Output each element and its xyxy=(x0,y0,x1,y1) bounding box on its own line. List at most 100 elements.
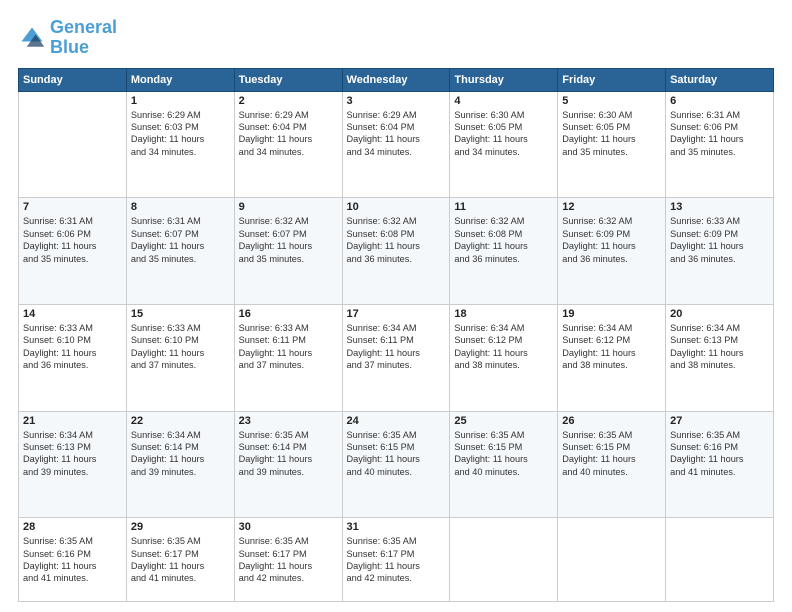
day-info: Sunrise: 6:35 AM Sunset: 6:17 PM Dayligh… xyxy=(239,535,338,585)
day-number: 17 xyxy=(347,308,446,320)
calendar-cell: 17 Sunrise: 6:34 AM Sunset: 6:11 PM Dayli… xyxy=(342,304,450,411)
calendar-cell: 12 Sunrise: 6:32 AM Sunset: 6:09 PM Dayli… xyxy=(558,198,666,305)
day-number: 13 xyxy=(670,201,769,213)
day-number: 27 xyxy=(670,415,769,427)
day-info: Sunrise: 6:29 AM Sunset: 6:04 PM Dayligh… xyxy=(239,109,338,159)
calendar-cell xyxy=(558,518,666,602)
calendar-day-header: Monday xyxy=(126,68,234,91)
day-number: 9 xyxy=(239,201,338,213)
day-number: 30 xyxy=(239,521,338,533)
day-number: 22 xyxy=(131,415,230,427)
day-info: Sunrise: 6:29 AM Sunset: 6:04 PM Dayligh… xyxy=(347,109,446,159)
calendar-day-header: Friday xyxy=(558,68,666,91)
day-number: 24 xyxy=(347,415,446,427)
day-info: Sunrise: 6:33 AM Sunset: 6:10 PM Dayligh… xyxy=(131,322,230,372)
day-info: Sunrise: 6:35 AM Sunset: 6:16 PM Dayligh… xyxy=(23,535,122,585)
day-number: 4 xyxy=(454,95,553,107)
calendar-cell: 27 Sunrise: 6:35 AM Sunset: 6:16 PM Dayli… xyxy=(666,411,774,518)
calendar-week-row: 1Sunrise: 6:29 AM Sunset: 6:03 PM Daylig… xyxy=(19,91,774,198)
day-number: 2 xyxy=(239,95,338,107)
day-info: Sunrise: 6:35 AM Sunset: 6:15 PM Dayligh… xyxy=(347,429,446,479)
day-number: 5 xyxy=(562,95,661,107)
calendar-cell: 29 Sunrise: 6:35 AM Sunset: 6:17 PM Dayli… xyxy=(126,518,234,602)
calendar-cell: 1Sunrise: 6:29 AM Sunset: 6:03 PM Daylig… xyxy=(126,91,234,198)
day-info: Sunrise: 6:32 AM Sunset: 6:08 PM Dayligh… xyxy=(347,215,446,265)
day-number: 29 xyxy=(131,521,230,533)
calendar-week-row: 7 Sunrise: 6:31 AM Sunset: 6:06 PM Daylig… xyxy=(19,198,774,305)
day-info: Sunrise: 6:34 AM Sunset: 6:13 PM Dayligh… xyxy=(23,429,122,479)
day-number: 25 xyxy=(454,415,553,427)
calendar-cell: 31Sunrise: 6:35 AM Sunset: 6:17 PM Dayli… xyxy=(342,518,450,602)
day-number: 8 xyxy=(131,201,230,213)
day-info: Sunrise: 6:35 AM Sunset: 6:16 PM Dayligh… xyxy=(670,429,769,479)
day-info: Sunrise: 6:29 AM Sunset: 6:03 PM Dayligh… xyxy=(131,109,230,159)
calendar-cell: 26 Sunrise: 6:35 AM Sunset: 6:15 PM Dayli… xyxy=(558,411,666,518)
calendar-cell: 20 Sunrise: 6:34 AM Sunset: 6:13 PM Dayli… xyxy=(666,304,774,411)
day-info: Sunrise: 6:35 AM Sunset: 6:15 PM Dayligh… xyxy=(562,429,661,479)
day-number: 3 xyxy=(347,95,446,107)
day-number: 21 xyxy=(23,415,122,427)
day-number: 7 xyxy=(23,201,122,213)
calendar-cell: 18Sunrise: 6:34 AM Sunset: 6:12 PM Dayli… xyxy=(450,304,558,411)
day-info: Sunrise: 6:33 AM Sunset: 6:11 PM Dayligh… xyxy=(239,322,338,372)
day-info: Sunrise: 6:35 AM Sunset: 6:15 PM Dayligh… xyxy=(454,429,553,479)
day-info: Sunrise: 6:32 AM Sunset: 6:09 PM Dayligh… xyxy=(562,215,661,265)
calendar-day-header: Sunday xyxy=(19,68,127,91)
day-number: 11 xyxy=(454,201,553,213)
day-info: Sunrise: 6:35 AM Sunset: 6:17 PM Dayligh… xyxy=(131,535,230,585)
day-number: 20 xyxy=(670,308,769,320)
calendar-cell: 25 Sunrise: 6:35 AM Sunset: 6:15 PM Dayli… xyxy=(450,411,558,518)
calendar-cell: 21 Sunrise: 6:34 AM Sunset: 6:13 PM Dayli… xyxy=(19,411,127,518)
calendar-week-row: 14 Sunrise: 6:33 AM Sunset: 6:10 PM Dayli… xyxy=(19,304,774,411)
day-number: 28 xyxy=(23,521,122,533)
day-number: 19 xyxy=(562,308,661,320)
calendar-cell: 7 Sunrise: 6:31 AM Sunset: 6:06 PM Daylig… xyxy=(19,198,127,305)
calendar-cell: 15Sunrise: 6:33 AM Sunset: 6:10 PM Dayli… xyxy=(126,304,234,411)
day-info: Sunrise: 6:31 AM Sunset: 6:06 PM Dayligh… xyxy=(23,215,122,265)
calendar-table: SundayMondayTuesdayWednesdayThursdayFrid… xyxy=(18,68,774,602)
day-info: Sunrise: 6:30 AM Sunset: 6:05 PM Dayligh… xyxy=(562,109,661,159)
calendar-cell: 11 Sunrise: 6:32 AM Sunset: 6:08 PM Dayli… xyxy=(450,198,558,305)
day-info: Sunrise: 6:32 AM Sunset: 6:08 PM Dayligh… xyxy=(454,215,553,265)
day-info: Sunrise: 6:34 AM Sunset: 6:11 PM Dayligh… xyxy=(347,322,446,372)
calendar-day-header: Saturday xyxy=(666,68,774,91)
calendar-cell: 24 Sunrise: 6:35 AM Sunset: 6:15 PM Dayli… xyxy=(342,411,450,518)
day-info: Sunrise: 6:34 AM Sunset: 6:12 PM Dayligh… xyxy=(562,322,661,372)
day-info: Sunrise: 6:34 AM Sunset: 6:14 PM Dayligh… xyxy=(131,429,230,479)
calendar-cell: 30 Sunrise: 6:35 AM Sunset: 6:17 PM Dayli… xyxy=(234,518,342,602)
calendar-cell: 19 Sunrise: 6:34 AM Sunset: 6:12 PM Dayli… xyxy=(558,304,666,411)
day-info: Sunrise: 6:35 AM Sunset: 6:14 PM Dayligh… xyxy=(239,429,338,479)
calendar-day-header: Wednesday xyxy=(342,68,450,91)
calendar-cell xyxy=(450,518,558,602)
calendar-cell: 22 Sunrise: 6:34 AM Sunset: 6:14 PM Dayli… xyxy=(126,411,234,518)
day-info: Sunrise: 6:34 AM Sunset: 6:12 PM Dayligh… xyxy=(454,322,553,372)
calendar-week-row: 21 Sunrise: 6:34 AM Sunset: 6:13 PM Dayli… xyxy=(19,411,774,518)
day-number: 26 xyxy=(562,415,661,427)
page: General Blue SundayMondayTuesdayWednesda… xyxy=(0,0,792,612)
day-number: 14 xyxy=(23,308,122,320)
calendar-cell: 23Sunrise: 6:35 AM Sunset: 6:14 PM Dayli… xyxy=(234,411,342,518)
calendar-cell xyxy=(19,91,127,198)
calendar-cell: 16Sunrise: 6:33 AM Sunset: 6:11 PM Dayli… xyxy=(234,304,342,411)
day-number: 12 xyxy=(562,201,661,213)
calendar-cell xyxy=(666,518,774,602)
calendar-cell: 28 Sunrise: 6:35 AM Sunset: 6:16 PM Dayli… xyxy=(19,518,127,602)
calendar-cell: 9Sunrise: 6:32 AM Sunset: 6:07 PM Daylig… xyxy=(234,198,342,305)
day-number: 6 xyxy=(670,95,769,107)
calendar-day-header: Tuesday xyxy=(234,68,342,91)
calendar-cell: 14Sunrise: 6:33 AM Sunset: 6:10 PM Dayli… xyxy=(19,304,127,411)
calendar-body: 1Sunrise: 6:29 AM Sunset: 6:03 PM Daylig… xyxy=(19,91,774,601)
day-info: Sunrise: 6:30 AM Sunset: 6:05 PM Dayligh… xyxy=(454,109,553,159)
calendar-day-header: Thursday xyxy=(450,68,558,91)
logo-icon xyxy=(18,24,46,52)
calendar-cell: 3 Sunrise: 6:29 AM Sunset: 6:04 PM Daylig… xyxy=(342,91,450,198)
calendar-cell: 2 Sunrise: 6:29 AM Sunset: 6:04 PM Daylig… xyxy=(234,91,342,198)
calendar-cell: 6 Sunrise: 6:31 AM Sunset: 6:06 PM Daylig… xyxy=(666,91,774,198)
header: General Blue xyxy=(18,18,774,58)
day-number: 31 xyxy=(347,521,446,533)
calendar-cell: 8 Sunrise: 6:31 AM Sunset: 6:07 PM Daylig… xyxy=(126,198,234,305)
day-info: Sunrise: 6:31 AM Sunset: 6:06 PM Dayligh… xyxy=(670,109,769,159)
day-info: Sunrise: 6:34 AM Sunset: 6:13 PM Dayligh… xyxy=(670,322,769,372)
calendar-cell: 13Sunrise: 6:33 AM Sunset: 6:09 PM Dayli… xyxy=(666,198,774,305)
day-info: Sunrise: 6:31 AM Sunset: 6:07 PM Dayligh… xyxy=(131,215,230,265)
